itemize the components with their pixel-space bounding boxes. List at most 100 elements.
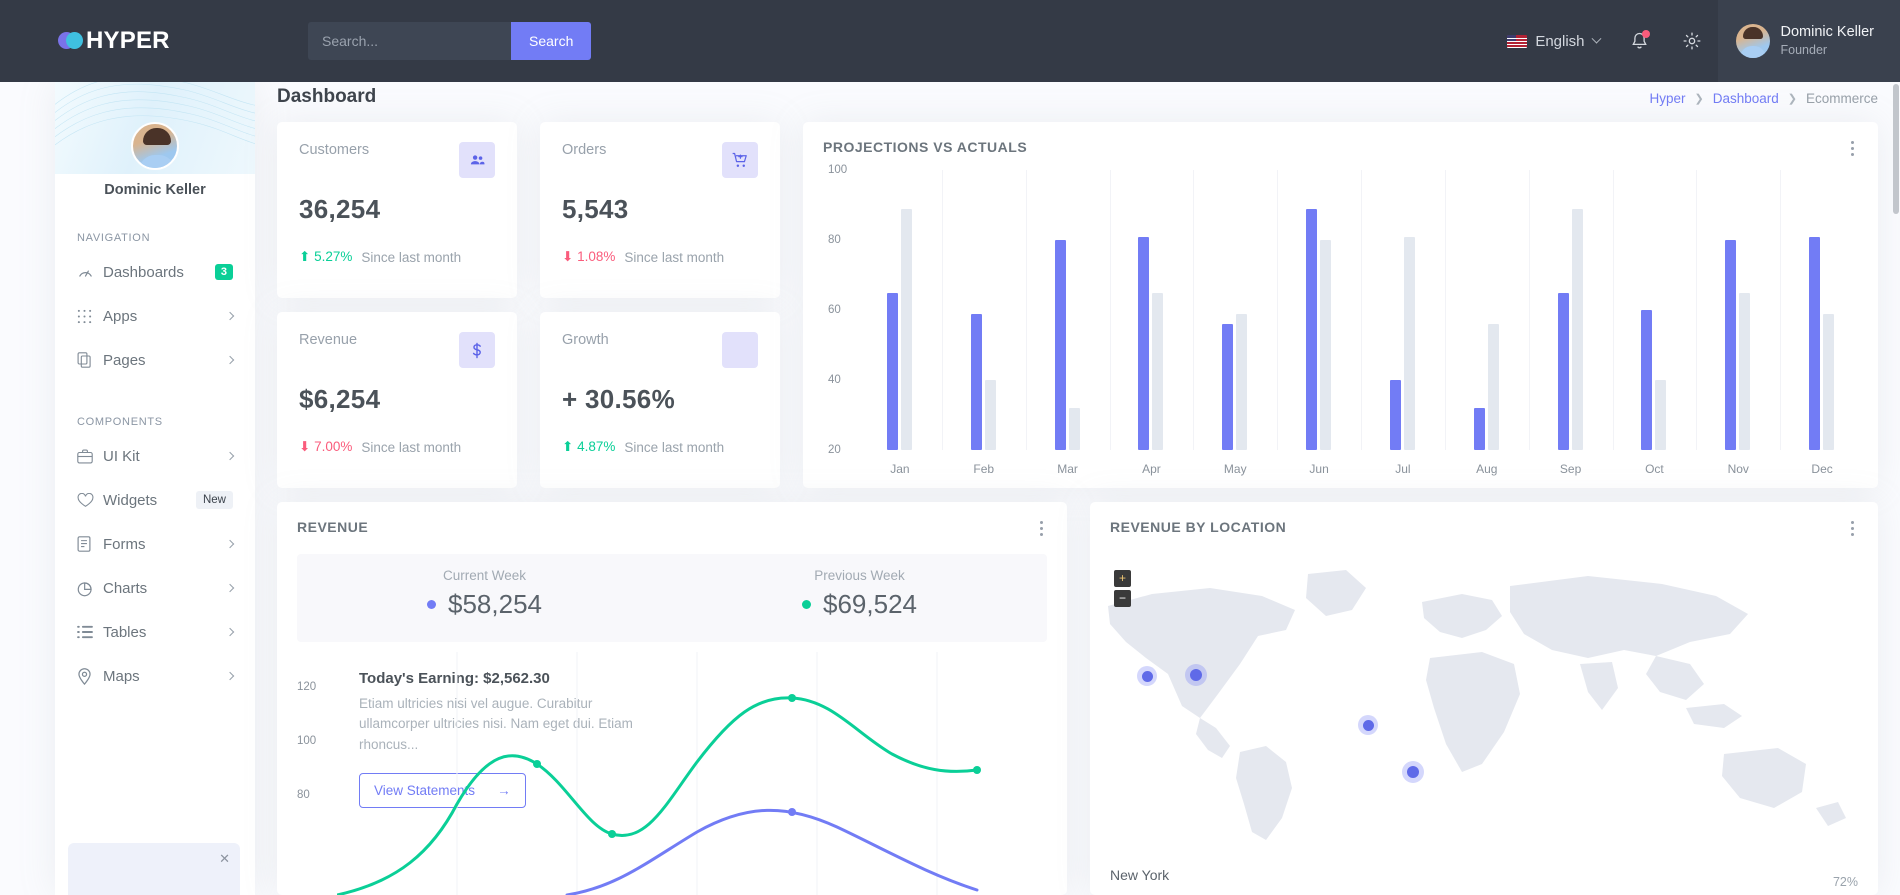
sidebar-profile[interactable]: Dominic Keller [55,122,255,198]
chart-bar-group[interactable] [886,208,912,450]
chart-bar-group[interactable] [1138,236,1164,450]
search-group: Search [308,22,592,60]
language-selector[interactable]: English [1493,33,1613,50]
chart-bar [1473,408,1485,450]
chart-bar [1152,292,1164,450]
sidebar-section-components: COMPONENTS [77,416,163,428]
world-map[interactable]: + − [1090,546,1878,847]
stat-note: Since last month [361,439,462,455]
chart-ytick: 80 [828,234,841,246]
brand-logo[interactable]: HYPER [0,27,260,55]
chart-bar [886,292,898,450]
sidebar-section-navigation: NAVIGATION [77,232,151,244]
chart-bar-group[interactable] [1389,236,1415,450]
chart-ytick: 100 [828,164,848,176]
breadcrumb-item-dashboard[interactable]: Dashboard [1713,91,1779,106]
topbar-right-group: English Dominic Keller Founder [1493,0,1900,82]
avatar [1735,24,1770,58]
sidebar-item-widgets[interactable]: Widgets New [55,478,255,522]
stat-card-customers: Customers 36,254 ⬆ 5.27% Since last mont… [277,122,517,298]
notifications-button[interactable] [1614,0,1666,82]
chart-gridline [1528,170,1530,450]
chart-bar [970,313,982,450]
current-week-label: Current Week [442,568,527,583]
map-pin-east-usa[interactable] [1185,664,1207,686]
chart-bar-group[interactable] [1809,236,1835,450]
chart-bar [1320,240,1332,450]
revenue-card: REVENUE Current Week $58,254 Previous We… [277,502,1067,895]
chart-ytick: 20 [828,444,841,456]
chart-gridline [1193,170,1195,450]
chart-bar-group[interactable] [1306,208,1332,450]
breadcrumb: Hyper ❯ Dashboard ❯ Ecommerce [1649,91,1878,106]
page-title: Dashboard [277,86,377,107]
map-pin-australia[interactable] [1402,761,1424,783]
map-pin-west-usa[interactable] [1137,666,1157,686]
search-button[interactable]: Search [511,22,592,60]
sidebar-item-ui-kit[interactable]: UI Kit [55,434,255,478]
stat-trend: ⬇ 1.08% [562,249,616,264]
chart-bar-group[interactable] [1725,240,1751,450]
chart-bar-group[interactable] [1473,324,1499,450]
sidebar-item-label: Apps [103,307,138,325]
sidebar-item-pages[interactable]: Pages [55,338,255,382]
stat-card-growth: Growth + 30.56% ⬆ 4.87% Since last month [540,312,780,488]
card-menu-button[interactable] [1844,518,1860,538]
sidebar-item-maps[interactable]: Maps [55,654,255,698]
chart-bar [1236,313,1248,450]
stat-label: Orders [562,142,607,158]
list-icon [77,625,103,639]
gear-icon [1683,32,1701,50]
previous-week-value: $69,524 [823,589,917,619]
chart-bar [1655,380,1667,450]
stat-value: + 30.56% [562,384,675,414]
map-pin-asia[interactable] [1358,715,1378,735]
close-icon[interactable]: ✕ [219,851,230,867]
sidebar-badge-widgets: New [195,491,233,509]
chart-xtick: Apr [1142,462,1161,476]
chart-bar-group[interactable] [1222,313,1248,450]
user-menu[interactable]: Dominic Keller Founder [1717,0,1900,82]
map-zoom-in-button[interactable]: + [1114,570,1131,587]
user-role: Founder [1780,43,1828,58]
chart-gridline [1277,170,1279,450]
chart-xtick: Aug [1476,462,1498,476]
chevron-right-icon [225,355,235,365]
chart-xtick: Mar [1057,462,1078,476]
sidebar-item-dashboards[interactable]: Dashboards 3 [55,250,255,294]
chart-bar [1403,236,1415,450]
card-menu-button[interactable] [1844,138,1860,158]
chart-xtick: May [1223,462,1247,476]
sidebar-item-tables[interactable]: Tables [55,610,255,654]
sidebar-item-charts[interactable]: Charts [55,566,255,610]
brand-name: HYPER [86,27,170,54]
sidebar-item-forms[interactable]: Forms [55,522,255,566]
bell-icon [1631,29,1651,51]
breadcrumb-item-hyper[interactable]: Hyper [1649,91,1685,106]
breadcrumb-item-ecommerce: Ecommerce [1805,91,1878,106]
stat-trend: ⬇ 7.00% [299,439,353,454]
sidebar-profile-name: Dominic Keller [104,182,206,198]
settings-button[interactable] [1666,0,1718,82]
current-week-block: Current Week $58,254 [297,554,672,642]
chevron-right-icon [225,671,235,681]
chart-gridline [1109,170,1111,450]
card-menu-button[interactable] [1033,518,1049,538]
previous-week-value-row: $69,524 [672,589,1047,620]
chart-bar-group[interactable] [1054,240,1080,450]
search-input[interactable] [308,22,511,60]
sidebar: Dominic Keller NAVIGATION Dashboards 3 A… [55,82,255,895]
world-map-shapes [1108,570,1846,840]
chart-bar-group[interactable] [970,313,996,450]
chart-bar [1557,292,1569,450]
briefcase-icon [77,449,103,464]
chart-title: PROJECTIONS VS ACTUALS [823,139,1028,155]
map-zoom-out-button[interactable]: − [1114,590,1131,607]
chart-bar-group[interactable] [1557,208,1583,450]
sidebar-item-apps[interactable]: Apps [55,294,255,338]
chevron-right-icon [225,627,235,637]
chart-xtick: Jun [1309,462,1329,476]
chart-bar-group[interactable] [1641,310,1667,450]
page-scrollbar[interactable] [1893,84,1899,214]
chevron-right-icon [225,311,235,321]
